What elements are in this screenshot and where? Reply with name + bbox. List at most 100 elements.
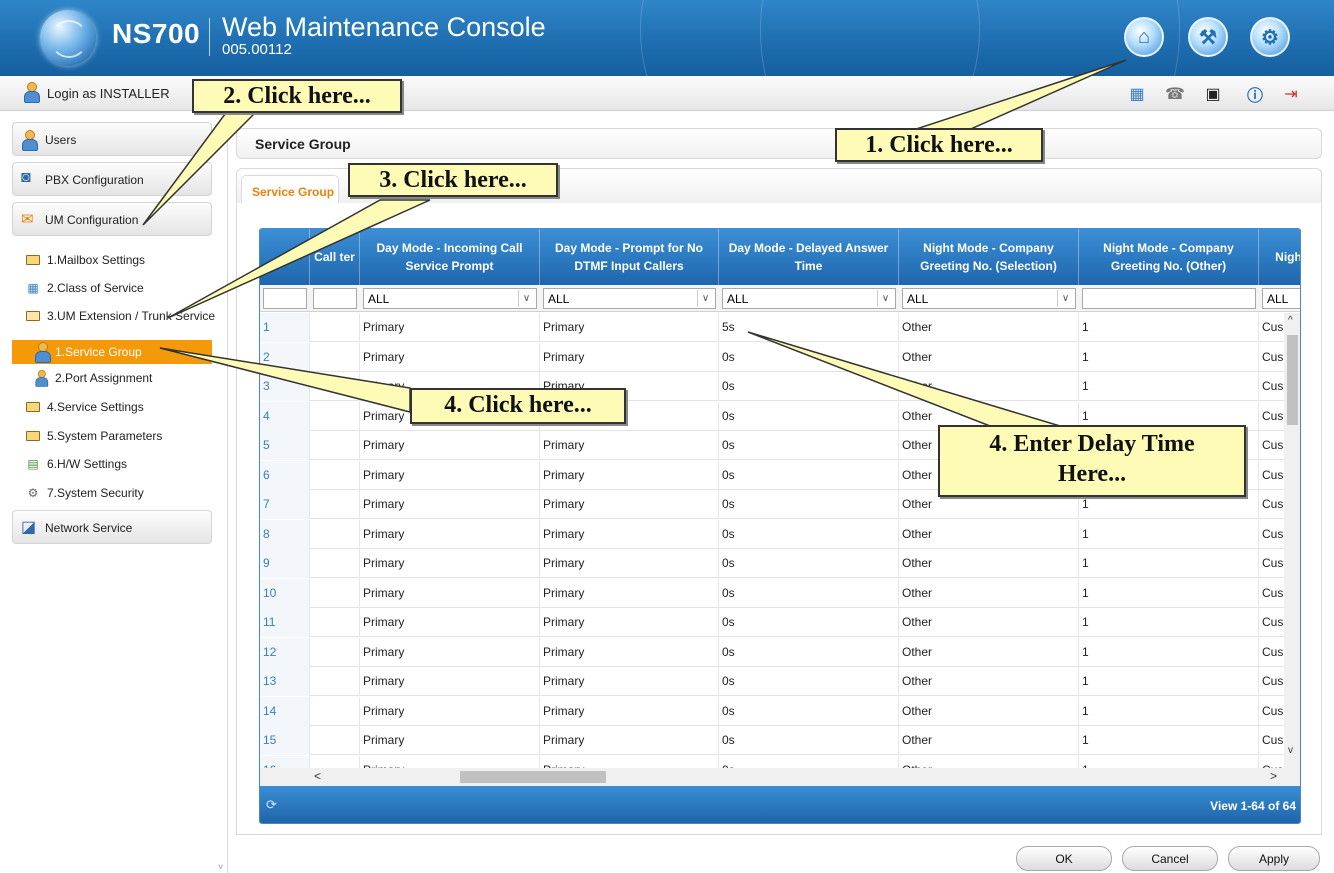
cell-night-greeting-selection[interactable]: Other [899, 637, 1079, 667]
chevron-down-icon[interactable]: ∨ [518, 290, 534, 307]
cell-call-ter[interactable] [310, 401, 360, 431]
column-header-night-greeting-selection[interactable]: Night Mode - Company Greeting No. (Selec… [899, 229, 1079, 285]
cell-night-greeting-other[interactable]: 1 [1079, 549, 1259, 578]
cell-day-no-dtmf-prompt[interactable]: Primary [540, 608, 719, 637]
scroll-left-icon[interactable]: < [314, 769, 321, 783]
cell-day-delayed-answer[interactable]: 0s [719, 696, 899, 726]
table-row[interactable]: 1 Primary Primary 5s Other 1 Cus [260, 313, 1300, 342]
sidebar-network-service-button[interactable]: ◪ Network Service [12, 510, 212, 544]
cell-day-delayed-answer[interactable]: 0s [719, 578, 899, 608]
cell-day-incoming-prompt[interactable]: Primary [360, 490, 540, 519]
column-header-day-delayed-answer[interactable]: Day Mode - Delayed Answer Time [719, 229, 899, 285]
sidebar-um-configuration-button[interactable]: ✉ UM Configuration [12, 202, 212, 236]
cell-day-incoming-prompt[interactable]: Primary [360, 549, 540, 578]
cell-day-no-dtmf-prompt[interactable]: Primary [540, 490, 719, 519]
table-row[interactable]: 8 Primary Primary 0s Other 1 Cus [260, 519, 1300, 549]
cell-day-no-dtmf-prompt[interactable]: Primary [540, 549, 719, 578]
cell-day-delayed-answer[interactable]: 0s [719, 401, 899, 431]
filter-night-more[interactable]: ALL [1262, 288, 1300, 309]
cell-call-ter[interactable] [310, 608, 360, 637]
column-header-night-greeting-other[interactable]: Night Mode - Company Greeting No. (Other… [1079, 229, 1259, 285]
cell-day-no-dtmf-prompt[interactable]: Primary [540, 696, 719, 726]
home-button[interactable]: ⌂ [1124, 17, 1164, 57]
tree-item-service-settings[interactable]: 4.Service Settings [25, 397, 144, 417]
table-row[interactable]: 14 Primary Primary 0s Other 1 Cus [260, 696, 1300, 726]
logout-button[interactable]: ⇥ [1280, 84, 1302, 104]
cell-call-ter[interactable] [310, 637, 360, 667]
sidebar-users-button[interactable]: Users [12, 122, 212, 156]
table-row[interactable]: 10 Primary Primary 0s Other 1 Cus [260, 578, 1300, 608]
cell-day-incoming-prompt[interactable]: Primary [360, 755, 540, 769]
cell-night-greeting-other[interactable]: 1 [1079, 372, 1259, 401]
cell-night-greeting-other[interactable]: 1 [1079, 637, 1259, 667]
cell-night-greeting-other[interactable]: 1 [1079, 726, 1259, 755]
cell-day-no-dtmf-prompt[interactable]: Primary [540, 519, 719, 549]
chevron-down-icon[interactable]: ∨ [1057, 290, 1073, 307]
tab-service-group[interactable]: Service Group [241, 175, 339, 205]
cell-day-incoming-prompt[interactable]: Primary [360, 313, 540, 342]
chevron-down-icon[interactable]: ∨ [877, 290, 893, 307]
filter-call-ter[interactable] [313, 288, 357, 309]
cell-day-no-dtmf-prompt[interactable]: Primary [540, 431, 719, 460]
save-button[interactable]: ▣ [1202, 84, 1224, 104]
cell-night-greeting-other[interactable]: 1 [1079, 696, 1259, 726]
cell-call-ter[interactable] [310, 342, 360, 372]
cell-call-ter[interactable] [310, 519, 360, 549]
chevron-down-icon[interactable]: ∨ [697, 290, 713, 307]
filter-day-delayed-answer[interactable]: ALL ∨ [722, 288, 896, 309]
horizontal-scrollbar[interactable]: < > [260, 768, 1300, 786]
cell-day-delayed-answer[interactable]: 0s [719, 667, 899, 696]
cell-night-greeting-selection[interactable]: Other [899, 549, 1079, 578]
column-header-day-incoming-prompt[interactable]: Day Mode - Incoming Call Service Prompt [360, 229, 540, 285]
cell-night-greeting-selection[interactable]: Other [899, 372, 1079, 401]
cell-day-no-dtmf-prompt[interactable]: Primary [540, 755, 719, 769]
scroll-down-icon[interactable]: v [1288, 745, 1293, 756]
refresh-icon[interactable]: ⟳ [266, 797, 277, 813]
cell-day-no-dtmf-prompt[interactable]: Primary [540, 578, 719, 608]
info-button[interactable]: ⓘ [1244, 84, 1266, 105]
table-row[interactable]: 2 Primary Primary 0s Other 1 Cus [260, 342, 1300, 372]
scroll-right-icon[interactable]: > [1270, 769, 1277, 783]
tree-item-system-parameters[interactable]: 5.System Parameters [25, 426, 162, 446]
cell-day-no-dtmf-prompt[interactable]: Primary [540, 313, 719, 342]
filter-index[interactable] [263, 288, 307, 309]
tree-item-system-security[interactable]: ⚙ 7.System Security [25, 483, 144, 503]
cell-call-ter[interactable] [310, 549, 360, 578]
cell-night-greeting-selection[interactable]: Other [899, 755, 1079, 769]
cell-day-delayed-answer[interactable]: 0s [719, 726, 899, 755]
cell-night-greeting-other[interactable]: 1 [1079, 342, 1259, 372]
cancel-button[interactable]: Cancel [1122, 846, 1218, 871]
cell-day-delayed-answer[interactable]: 0s [719, 608, 899, 637]
tree-item-mailbox-settings[interactable]: 1.Mailbox Settings [25, 250, 145, 270]
horizontal-scroll-thumb[interactable] [460, 771, 606, 783]
column-header-day-no-dtmf-prompt[interactable]: Day Mode - Prompt for No DTMF Input Call… [540, 229, 719, 285]
cell-call-ter[interactable] [310, 696, 360, 726]
cell-day-incoming-prompt[interactable]: Primary [360, 608, 540, 637]
cell-call-ter[interactable] [310, 313, 360, 342]
cell-night-greeting-other[interactable]: 1 [1079, 578, 1259, 608]
cell-call-ter[interactable] [310, 667, 360, 696]
cell-day-incoming-prompt[interactable]: Primary [360, 578, 540, 608]
scroll-up-icon[interactable]: ^ [1288, 315, 1293, 326]
cell-night-greeting-selection[interactable]: Other [899, 696, 1079, 726]
cell-day-delayed-answer[interactable]: 0s [719, 755, 899, 769]
cell-night-greeting-selection[interactable]: Other [899, 726, 1079, 755]
tree-item-port-assignment[interactable]: 2.Port Assignment [33, 368, 152, 388]
cell-night-greeting-selection[interactable]: Other [899, 578, 1079, 608]
cell-day-incoming-prompt[interactable]: Primary [360, 637, 540, 667]
cell-day-delayed-answer[interactable]: 5s [719, 313, 899, 342]
cell-call-ter[interactable] [310, 490, 360, 519]
cell-day-no-dtmf-prompt[interactable]: Primary [540, 342, 719, 372]
cell-day-delayed-answer[interactable]: 0s [719, 549, 899, 578]
cell-day-no-dtmf-prompt[interactable]: Primary [540, 667, 719, 696]
table-row[interactable]: 11 Primary Primary 0s Other 1 Cus [260, 608, 1300, 637]
tree-item-hw-settings[interactable]: ▤ 6.H/W Settings [25, 454, 127, 474]
filter-day-incoming-prompt[interactable]: ALL ∨ [363, 288, 537, 309]
sidebar-scroll-down-icon[interactable]: ˅ [218, 862, 223, 872]
filter-night-greeting-other[interactable] [1082, 288, 1256, 309]
cell-day-incoming-prompt[interactable]: Primary [360, 431, 540, 460]
cell-day-delayed-answer[interactable]: 0s [719, 431, 899, 460]
filter-night-greeting-selection[interactable]: ALL ∨ [902, 288, 1076, 309]
cell-day-delayed-answer[interactable]: 0s [719, 372, 899, 401]
table-row[interactable]: 12 Primary Primary 0s Other 1 Cus [260, 637, 1300, 667]
